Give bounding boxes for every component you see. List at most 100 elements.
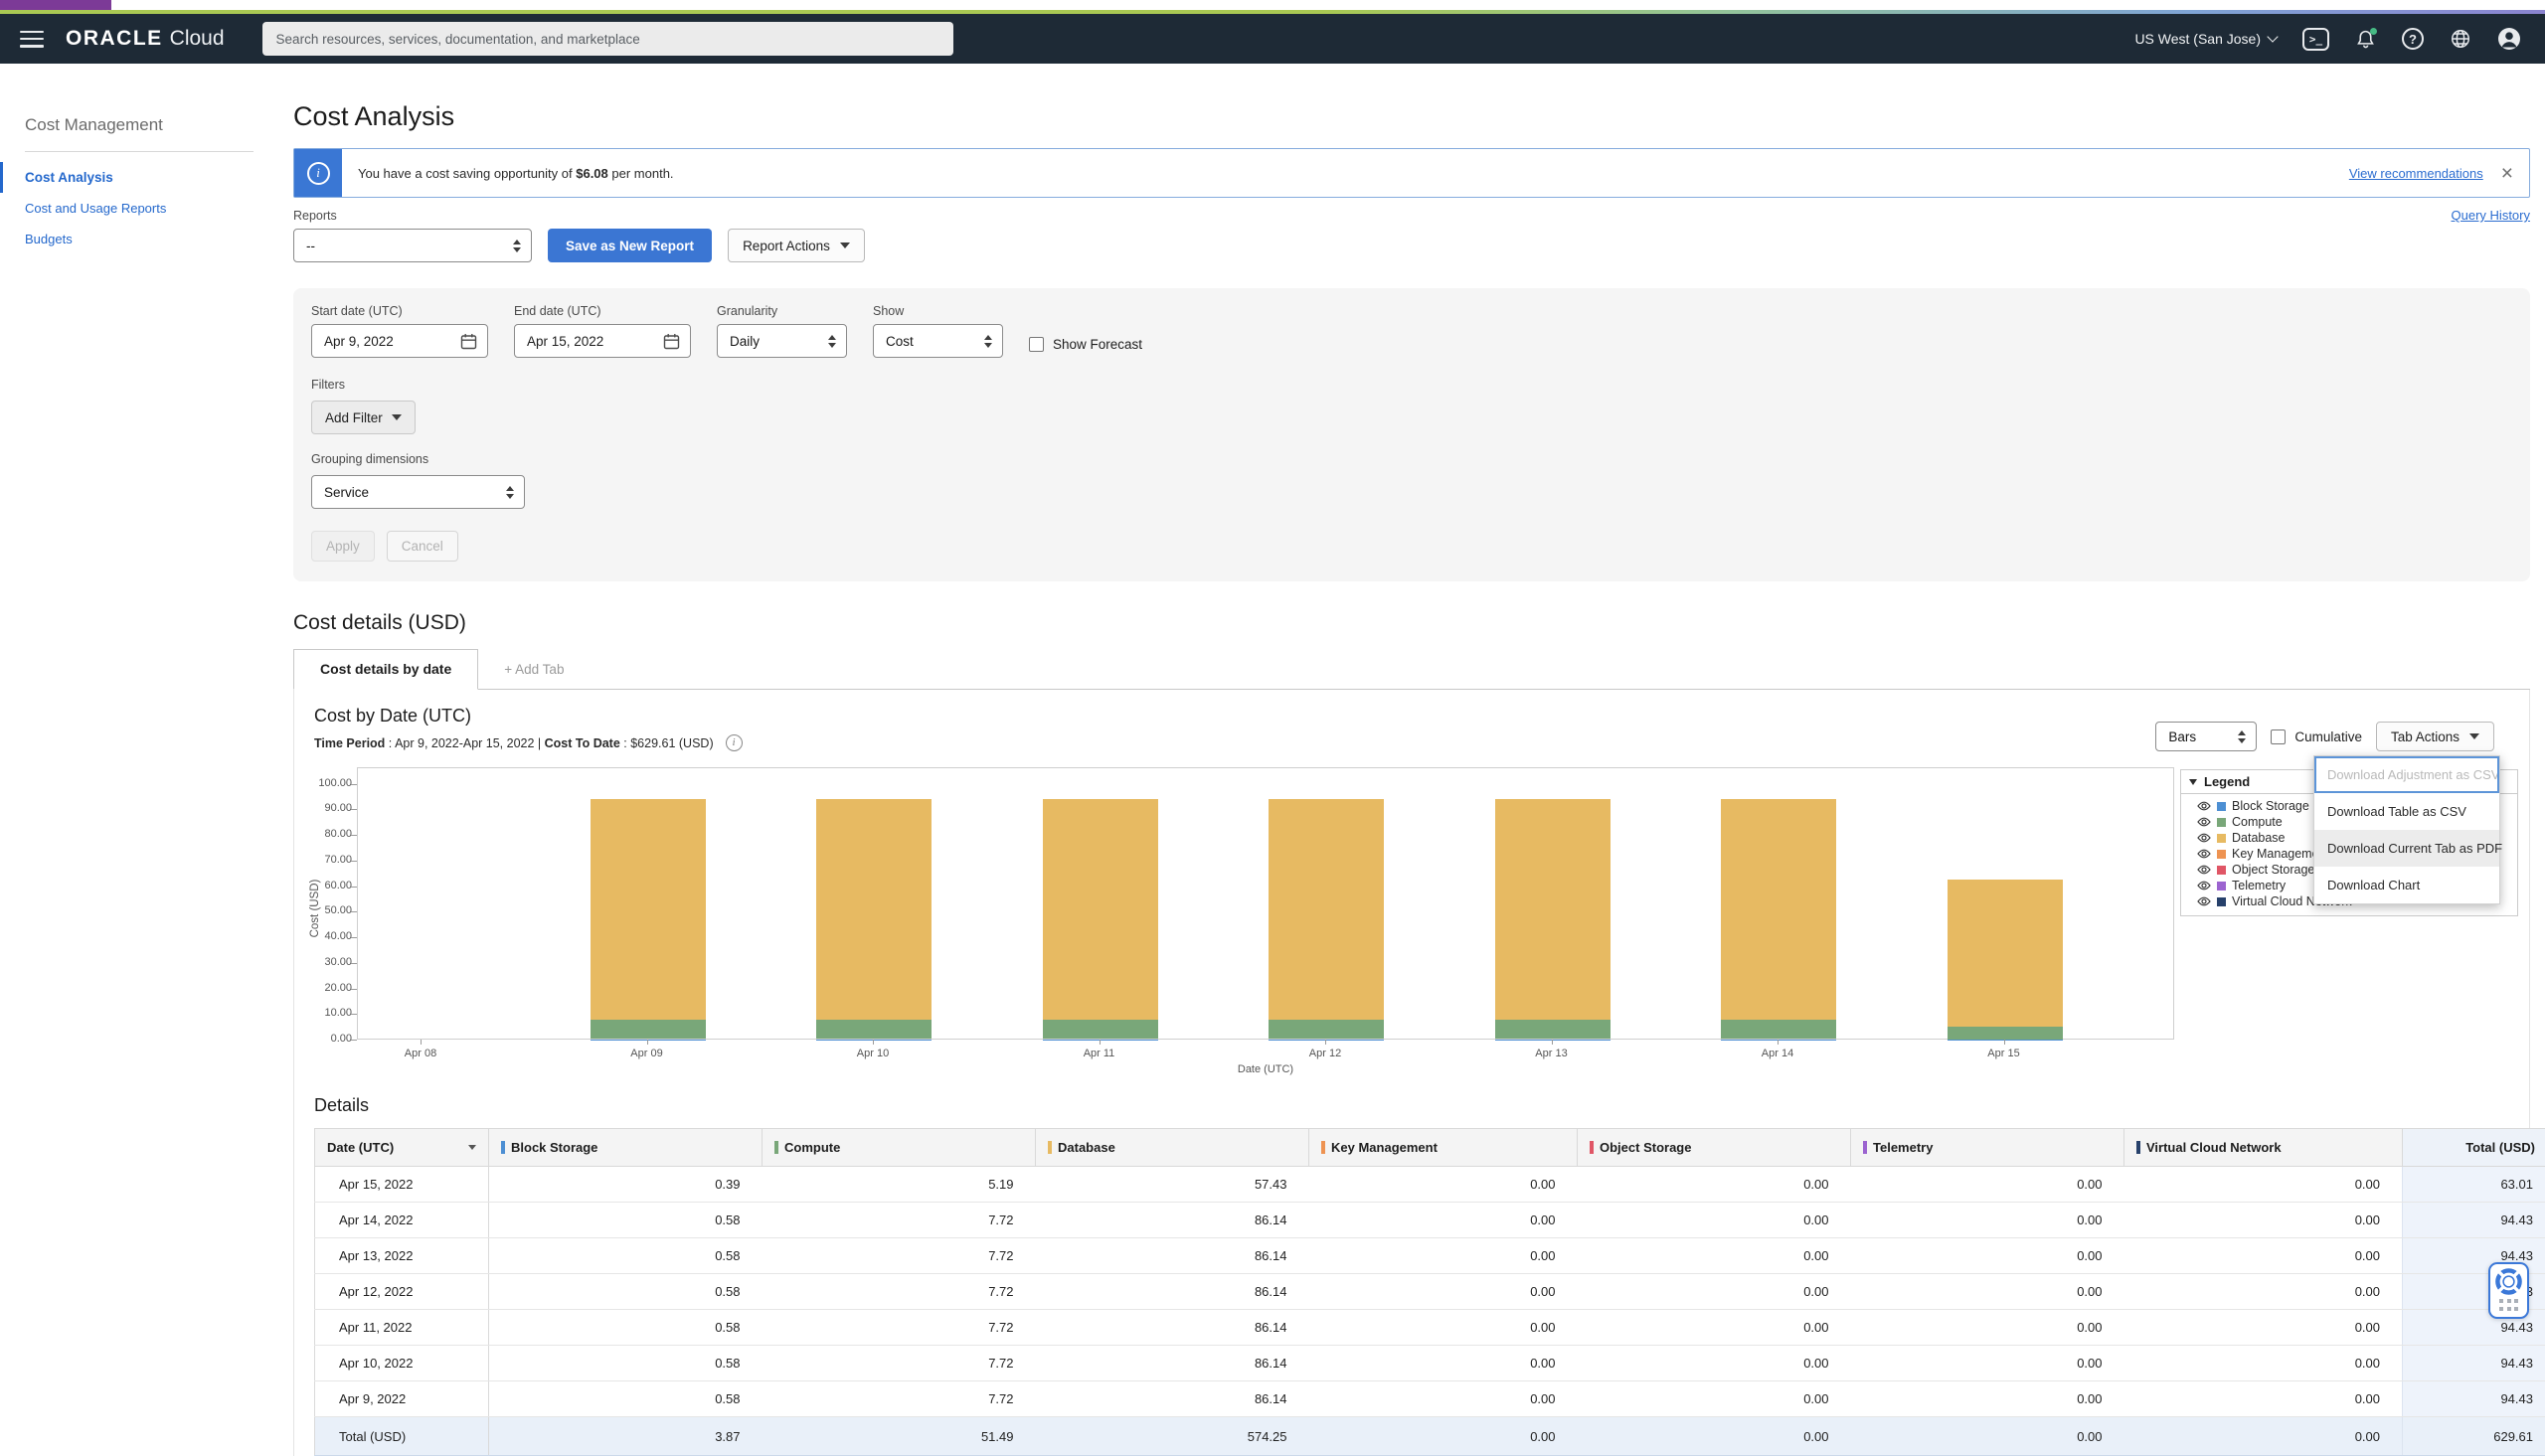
x-axis-tick-label: Apr 13: [1512, 1048, 1592, 1059]
info-icon[interactable]: i: [726, 734, 743, 751]
bar-segment-block-storage[interactable]: [1495, 1040, 1611, 1041]
query-history-link[interactable]: Query History: [2452, 208, 2530, 223]
bar-segment-database[interactable]: [591, 799, 706, 1020]
bar-segment-block-storage[interactable]: [591, 1040, 706, 1041]
tab-actions-button[interactable]: Tab Actions: [2376, 722, 2494, 751]
row-value-cell: 0.00: [1309, 1238, 1578, 1274]
eye-icon[interactable]: [2197, 801, 2211, 811]
sidebar-divider: [25, 151, 254, 152]
row-value-cell: 63.01: [2403, 1167, 2545, 1203]
bar-segment-compute[interactable]: [816, 1020, 932, 1040]
bar-segment-database[interactable]: [1043, 799, 1158, 1020]
row-value-cell: 0.58: [489, 1274, 763, 1310]
eye-icon[interactable]: [2197, 817, 2211, 827]
apply-button[interactable]: Apply: [311, 531, 375, 562]
search-input[interactable]: [262, 22, 953, 56]
row-date-cell: Total (USD): [315, 1417, 489, 1456]
sort-descending-icon[interactable]: [468, 1145, 476, 1150]
sidebar-item-budgets[interactable]: Budgets: [0, 224, 273, 254]
eye-icon[interactable]: [2197, 881, 2211, 890]
help-icon[interactable]: ?: [2402, 28, 2424, 50]
reports-select-value: --: [306, 239, 315, 253]
notifications-bell-icon[interactable]: [2355, 29, 2376, 50]
bar-segment-block-storage[interactable]: [1269, 1040, 1384, 1041]
avatar-icon[interactable]: [2497, 27, 2521, 51]
granularity-select[interactable]: Daily: [717, 324, 847, 358]
drag-dots-icon[interactable]: [2499, 1299, 2518, 1311]
table-row: Apr 15, 20220.395.1957.430.000.000.000.0…: [315, 1167, 2545, 1203]
show-select[interactable]: Cost: [873, 324, 1003, 358]
bar-segment-compute[interactable]: [591, 1020, 706, 1040]
cloud-shell-icon[interactable]: >_: [2302, 28, 2329, 51]
terminal-glyph: >_: [2309, 33, 2322, 46]
grouping-value: Service: [324, 485, 369, 500]
bar-segment-block-storage[interactable]: [1043, 1040, 1158, 1041]
tab-cost-details-by-date[interactable]: Cost details by date: [293, 649, 478, 690]
menu-item-download-table-as-csv[interactable]: Download Table as CSV: [2314, 793, 2499, 830]
bar-segment-compute[interactable]: [1269, 1020, 1384, 1040]
row-value-cell: 0.00: [1309, 1310, 1578, 1346]
region-selector[interactable]: US West (San Jose): [2134, 31, 2277, 47]
save-as-new-report-button[interactable]: Save as New Report: [548, 229, 712, 262]
add-tab-button[interactable]: + Add Tab: [478, 650, 590, 689]
cumulative-checkbox[interactable]: [2271, 729, 2286, 744]
show-forecast-checkbox[interactable]: [1029, 337, 1044, 352]
reports-select[interactable]: --: [293, 229, 532, 262]
bar-segment-block-storage[interactable]: [1948, 1040, 2063, 1041]
collapse-triangle-icon[interactable]: [2189, 779, 2197, 785]
column-color-chip: [774, 1141, 778, 1154]
eye-icon[interactable]: [2197, 865, 2211, 875]
report-actions-button[interactable]: Report Actions: [728, 229, 865, 262]
column-header-date-utc[interactable]: Date (UTC): [315, 1129, 489, 1167]
add-filter-button[interactable]: Add Filter: [311, 401, 416, 434]
row-value-cell: 0.00: [1578, 1167, 1851, 1203]
x-axis-tick-label: Apr 11: [1060, 1048, 1139, 1059]
row-value-cell: 7.72: [763, 1381, 1036, 1417]
close-icon[interactable]: ×: [2501, 163, 2513, 184]
grouping-dimensions-select[interactable]: Service: [311, 475, 525, 509]
bar-segment-database[interactable]: [816, 799, 932, 1020]
report-actions-label: Report Actions: [743, 239, 830, 253]
x-axis-tick-mark: [873, 1040, 874, 1045]
row-value-cell: 629.61: [2403, 1417, 2545, 1456]
chart-type-select[interactable]: Bars: [2155, 722, 2257, 751]
bar-segment-block-storage[interactable]: [816, 1040, 932, 1041]
sidebar-item-cost-analysis[interactable]: Cost Analysis: [0, 162, 273, 193]
brand-oracle: ORACLE: [66, 27, 163, 51]
table-header-row: Date (UTC)Block StorageComputeDatabaseKe…: [315, 1129, 2545, 1167]
end-date-value: Apr 15, 2022: [527, 334, 603, 349]
cancel-button[interactable]: Cancel: [387, 531, 458, 562]
bar-segment-compute[interactable]: [1948, 1027, 2063, 1040]
calendar-icon: [663, 333, 680, 350]
row-value-cell: 0.00: [2124, 1381, 2403, 1417]
y-axis-tick-label: 90.00: [306, 802, 352, 814]
sidebar-item-cost-and-usage-reports[interactable]: Cost and Usage Reports: [0, 193, 273, 224]
bar-segment-compute[interactable]: [1721, 1020, 1836, 1040]
column-header-key-management: Key Management: [1309, 1129, 1578, 1167]
bar-segment-database[interactable]: [1269, 799, 1384, 1020]
bar-segment-compute[interactable]: [1043, 1020, 1158, 1040]
legend-item-label: Telemetry: [2232, 879, 2286, 892]
eye-icon[interactable]: [2197, 833, 2211, 843]
bar-segment-compute[interactable]: [1495, 1020, 1611, 1040]
bar-segment-block-storage[interactable]: [1721, 1040, 1836, 1041]
bar-segment-database[interactable]: [1948, 880, 2063, 1027]
support-widget[interactable]: [2488, 1262, 2529, 1319]
y-axis-tick-label: 30.00: [306, 956, 352, 968]
x-axis-tick-mark: [2004, 1040, 2005, 1045]
menu-icon[interactable]: [20, 31, 44, 48]
eye-icon[interactable]: [2197, 849, 2211, 859]
view-recommendations-link[interactable]: View recommendations: [2349, 166, 2483, 181]
bar-segment-database[interactable]: [1721, 799, 1836, 1020]
start-date-input[interactable]: Apr 9, 2022: [311, 324, 488, 358]
menu-item-download-current-tab-as-pdf[interactable]: Download Current Tab as PDF: [2314, 830, 2499, 867]
eye-icon[interactable]: [2197, 896, 2211, 906]
dropdown-caret-icon: [392, 414, 402, 420]
calendar-icon: [460, 333, 477, 350]
oracle-cloud-logo[interactable]: ORACLE Cloud: [66, 27, 225, 51]
language-globe-icon[interactable]: [2450, 28, 2471, 50]
bar-segment-database[interactable]: [1495, 799, 1611, 1020]
table-row: Apr 10, 20220.587.7286.140.000.000.000.0…: [315, 1346, 2545, 1381]
end-date-input[interactable]: Apr 15, 2022: [514, 324, 691, 358]
menu-item-download-chart[interactable]: Download Chart: [2314, 867, 2499, 903]
